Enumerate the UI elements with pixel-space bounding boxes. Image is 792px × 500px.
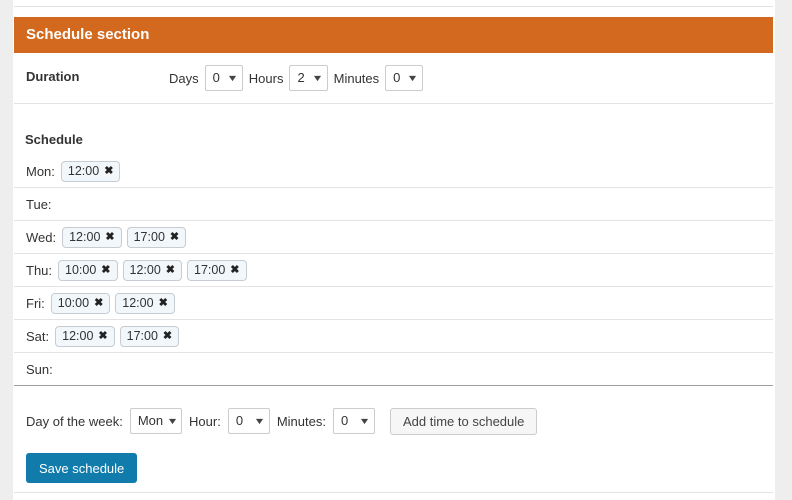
- schedule-day-row: Mon: 12:00 ✖: [14, 155, 773, 188]
- scheduled-time-tag[interactable]: 17:00 ✖: [119, 325, 180, 347]
- scheduled-time-tag[interactable]: 17:00 ✖: [187, 259, 247, 281]
- chevron-down-icon: ▼: [358, 416, 371, 426]
- scheduled-time-tag[interactable]: 12:00 ✖: [115, 292, 175, 314]
- day-label: Mon:: [26, 163, 55, 179]
- chevron-down-icon: ▼: [166, 416, 179, 426]
- hour-label: Hour:: [189, 413, 221, 429]
- minutes-select[interactable]: 0 ▼: [332, 408, 375, 434]
- minutes-label: Minutes:: [276, 413, 326, 429]
- remove-time-icon[interactable]: ✖: [230, 264, 239, 276]
- schedule-heading: Schedule: [25, 132, 83, 147]
- remove-time-icon[interactable]: ✖: [163, 330, 172, 342]
- remove-time-icon[interactable]: ✖: [170, 231, 179, 243]
- days-label: Days: [169, 70, 199, 86]
- add-time-to-schedule-button[interactable]: Add time to schedule: [389, 407, 538, 435]
- schedule-day-row: Wed: 12:00 ✖ 17:00 ✖: [14, 221, 773, 254]
- day-label: Fri:: [26, 295, 45, 311]
- scheduled-time-tag[interactable]: 12:00 ✖: [60, 160, 121, 182]
- schedule-day-row: Sat: 12:00 ✖ 17:00 ✖: [14, 320, 773, 353]
- day-of-week-value: Mon: [137, 413, 164, 428]
- scheduled-time-label: 12:00: [67, 164, 100, 178]
- chevron-down-icon: ▼: [406, 73, 419, 83]
- scheduled-time-tag[interactable]: 12:00 ✖: [62, 226, 122, 248]
- remove-time-icon[interactable]: ✖: [98, 330, 107, 342]
- duration-hours-select[interactable]: 2 ▼: [289, 65, 328, 91]
- top-divider: [14, 6, 773, 7]
- day-label: Sat:: [26, 328, 50, 344]
- scheduled-time-label: 17:00: [126, 329, 158, 343]
- hour-value: 0: [235, 413, 244, 428]
- scheduled-time-label: 10:00: [65, 263, 97, 277]
- bottom-divider: [14, 492, 773, 493]
- scheduled-time-label: 12:00: [69, 230, 101, 244]
- minutes-label: Minutes: [333, 70, 380, 86]
- remove-time-icon[interactable]: ✖: [105, 231, 114, 243]
- day-label: Thu:: [26, 262, 53, 278]
- duration-days-select[interactable]: 0 ▼: [204, 65, 243, 91]
- schedule-page: Schedule section Duration Days 0 ▼ Hours…: [13, 0, 792, 500]
- chevron-down-icon: ▼: [226, 73, 239, 83]
- remove-time-icon[interactable]: ✖: [104, 165, 113, 177]
- schedule-day-row: Sun:: [14, 353, 773, 386]
- duration-hours-value: 2: [297, 70, 305, 85]
- duration-minutes-value: 0: [393, 70, 401, 85]
- scheduled-time-label: 10:00: [57, 296, 90, 310]
- remove-time-icon[interactable]: ✖: [101, 264, 110, 276]
- scheduled-time-tag[interactable]: 10:00 ✖: [58, 259, 118, 281]
- scheduled-time-label: 17:00: [194, 263, 226, 277]
- remove-time-icon[interactable]: ✖: [166, 264, 175, 276]
- day-label: Wed:: [26, 229, 57, 245]
- save-button-wrap: Save schedule: [14, 453, 773, 483]
- chevron-down-icon: ▼: [311, 73, 324, 83]
- minutes-value: 0: [340, 413, 349, 428]
- scheduled-time-tag[interactable]: 17:00 ✖: [126, 226, 187, 248]
- add-time-controls: Day of the week: Mon ▼ Hour: 0 ▼ Minutes…: [14, 404, 773, 438]
- remove-time-icon[interactable]: ✖: [94, 297, 103, 309]
- duration-row: Duration Days 0 ▼ Hours 2 ▼ Minutes 0 ▼: [14, 62, 773, 94]
- duration-label: Duration: [26, 69, 80, 84]
- section-title: Schedule section: [26, 26, 150, 43]
- duration-minutes-select[interactable]: 0 ▼: [385, 65, 424, 91]
- hour-select[interactable]: 0 ▼: [227, 408, 270, 434]
- scheduled-time-label: 17:00: [133, 230, 165, 244]
- duration-fields: Days 0 ▼ Hours 2 ▼ Minutes 0 ▼: [169, 62, 424, 94]
- scheduled-time-tag[interactable]: 10:00 ✖: [50, 292, 111, 314]
- schedule-day-row: Fri: 10:00 ✖ 12:00 ✖: [14, 287, 773, 320]
- duration-divider: [14, 103, 773, 104]
- scheduled-time-label: 12:00: [62, 329, 94, 343]
- schedule-day-row: Thu: 10:00 ✖ 12:00 ✖ 17:00 ✖: [14, 254, 773, 287]
- chevron-down-icon: ▼: [253, 416, 266, 426]
- save-schedule-button[interactable]: Save schedule: [26, 453, 138, 483]
- right-gutter: [775, 0, 792, 500]
- scheduled-time-tag[interactable]: 12:00 ✖: [55, 325, 115, 347]
- scheduled-time-tag[interactable]: 12:00 ✖: [122, 259, 183, 281]
- day-of-week-select[interactable]: Mon ▼: [129, 408, 183, 434]
- remove-time-icon[interactable]: ✖: [159, 297, 168, 309]
- day-label: Tue:: [26, 196, 52, 212]
- schedule-day-row: Tue:: [14, 188, 773, 221]
- scheduled-time-label: 12:00: [122, 296, 154, 310]
- duration-days-value: 0: [212, 70, 220, 85]
- schedule-day-list: Mon: 12:00 ✖ Tue: Wed: 12:00 ✖ 17:00 ✖ Thu: 10:00 ✖…: [14, 155, 773, 386]
- hours-label: Hours: [248, 70, 284, 86]
- day-label: Sun:: [26, 361, 53, 377]
- section-header: Schedule section: [14, 17, 773, 53]
- scheduled-time-label: 12:00: [129, 263, 161, 277]
- day-of-week-label: Day of the week:: [26, 413, 123, 429]
